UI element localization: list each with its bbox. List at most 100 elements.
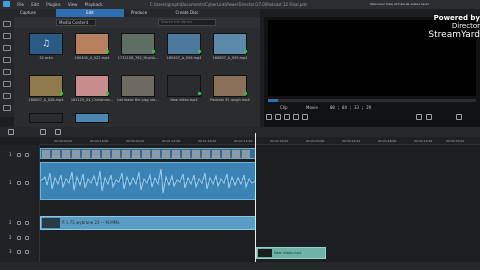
streamyard-logo-text: StreamYard: [428, 30, 480, 40]
media-thumb[interactable]: [75, 113, 109, 123]
menu-playback[interactable]: Playback: [85, 0, 103, 9]
media-caption: Podcast 32 rough.mp4: [210, 98, 250, 102]
media-thumb[interactable]: [29, 113, 63, 123]
clip-frame: [52, 150, 60, 158]
media-thumb[interactable]: [213, 75, 247, 97]
pip-room-icon[interactable]: [3, 45, 11, 51]
timeline-playhead[interactable]: [255, 133, 256, 270]
ruler-tick: 00;01;24;00: [162, 139, 181, 143]
ruler-tick: 00;03;24;00: [342, 139, 361, 143]
clip-frame: [242, 150, 250, 158]
snapshot-icon[interactable]: [416, 114, 422, 120]
in-use-check-icon: [60, 92, 63, 95]
media-thumb[interactable]: [75, 75, 109, 97]
tab-edit[interactable]: Edit: [56, 9, 124, 17]
music-note-icon: ♫: [42, 39, 51, 49]
app-logo-icon: [3, 1, 10, 7]
voice-over-icon[interactable]: [3, 105, 11, 111]
playback-controls: [266, 114, 476, 122]
tab-capture[interactable]: Capture: [0, 9, 56, 17]
director-text: Director: [451, 22, 480, 30]
clip-frame: [132, 150, 140, 158]
media-caption: New video.mp4: [170, 98, 198, 102]
library-filter-dropdown[interactable]: Media Content: [56, 19, 96, 26]
media-thumb[interactable]: [167, 75, 201, 97]
menu-plugins[interactable]: Plugins: [46, 0, 60, 9]
title-clip[interactable]: fl 1.75 wybrane 23 ~ M.MMe: [40, 216, 256, 230]
tools-icon[interactable]: [55, 129, 61, 135]
effects-room-icon[interactable]: [3, 33, 11, 39]
clip-mode-tab[interactable]: Clip: [280, 104, 288, 112]
split-icon[interactable]: [8, 129, 14, 135]
media-thumb[interactable]: [75, 33, 109, 55]
module-tabs: Capture Edit Produce Create Disc: [0, 9, 260, 17]
next-frame-icon[interactable]: [293, 114, 299, 120]
clip-frame: [142, 150, 150, 158]
delete-icon[interactable]: [40, 129, 46, 135]
media-thumb[interactable]: [167, 33, 201, 55]
movie-mode-tab[interactable]: Movie: [306, 104, 318, 112]
media-caption: 160807_A_059.mp4: [212, 56, 248, 60]
fast-forward-icon[interactable]: [302, 114, 308, 120]
media-thumb[interactable]: [213, 33, 247, 55]
scrubber-progress: [268, 99, 278, 102]
ruler-tick: 00;04;35;00: [446, 139, 465, 143]
transition-room-icon[interactable]: [3, 81, 11, 87]
in-use-check-icon: [152, 50, 155, 53]
particle-room-icon[interactable]: [3, 57, 11, 63]
audio-mixing-icon[interactable]: [3, 93, 11, 99]
track-headers: 1 1 2 2 3: [0, 145, 40, 270]
in-use-check-icon: [198, 50, 201, 53]
track-lock-icon[interactable]: [25, 221, 29, 225]
video-clip[interactable]: [40, 148, 256, 159]
track-visible-icon[interactable]: [17, 221, 21, 225]
media-caption: 160807_A_026.mp4: [28, 98, 64, 102]
media-thumb[interactable]: [29, 75, 63, 97]
clip-frame: [82, 150, 90, 158]
track-visible-icon[interactable]: [17, 153, 21, 157]
clip-frame: [62, 150, 70, 158]
clip-frame: [162, 150, 170, 158]
audio-clip[interactable]: [40, 162, 256, 200]
track-lock-icon[interactable]: [25, 181, 29, 185]
timeline-ruler[interactable]: 00;00;00;00 00;00;16;00 00;00;50;00 00;0…: [40, 137, 480, 145]
track-number: 1: [9, 152, 12, 157]
timecode-display[interactable]: 00 ; 04 ; 33 ; 29: [330, 104, 371, 112]
previous-frame-icon[interactable]: [284, 114, 290, 120]
track-lock-icon[interactable]: [25, 250, 29, 254]
tab-produce[interactable]: Produce: [124, 9, 154, 17]
track-audio-icon[interactable]: [17, 236, 21, 240]
menu-file[interactable]: File: [17, 0, 24, 9]
stop-icon[interactable]: [275, 114, 281, 120]
media-thumb[interactable]: ♫: [29, 33, 63, 55]
volume-icon[interactable]: [426, 114, 432, 120]
clip-frame: [232, 150, 240, 158]
media-room-icon[interactable]: [3, 21, 11, 27]
track-lock-icon[interactable]: [25, 153, 29, 157]
ruler-tick: 00;04;12;00: [414, 139, 433, 143]
track-lock-icon[interactable]: [25, 236, 29, 240]
media-thumb[interactable]: [121, 33, 155, 55]
in-use-check-icon: [244, 50, 247, 53]
overlay-clip[interactable]: New video.mp4: [256, 247, 326, 259]
clip-frame: [122, 150, 130, 158]
track-audio-icon[interactable]: [17, 181, 21, 185]
play-icon[interactable]: [266, 114, 272, 120]
title-clip-label: fl 1.75 wybrane 23 ~ M.MMe: [62, 220, 120, 225]
library-search-input[interactable]: Search the library: [158, 19, 216, 26]
menu-edit[interactable]: Edit: [31, 0, 39, 9]
menu-view[interactable]: View: [68, 0, 78, 9]
preview-scrubber[interactable]: [268, 99, 476, 102]
track-number: 3: [9, 249, 12, 254]
clip-frame: [42, 150, 50, 158]
tab-create-disc[interactable]: Create Disc: [154, 9, 220, 17]
fullscreen-icon[interactable]: [456, 114, 462, 120]
media-thumb[interactable]: [121, 75, 155, 97]
notice-text[interactable]: Welcome! View all tutorial videos here!: [370, 1, 448, 7]
track-visible-icon[interactable]: [17, 250, 21, 254]
clip-frame: [72, 150, 80, 158]
title-room-icon[interactable]: [3, 69, 11, 75]
powered-by-text: Powered by: [433, 14, 480, 22]
audio-waveform: [41, 168, 255, 194]
in-use-check-icon: [106, 50, 109, 53]
